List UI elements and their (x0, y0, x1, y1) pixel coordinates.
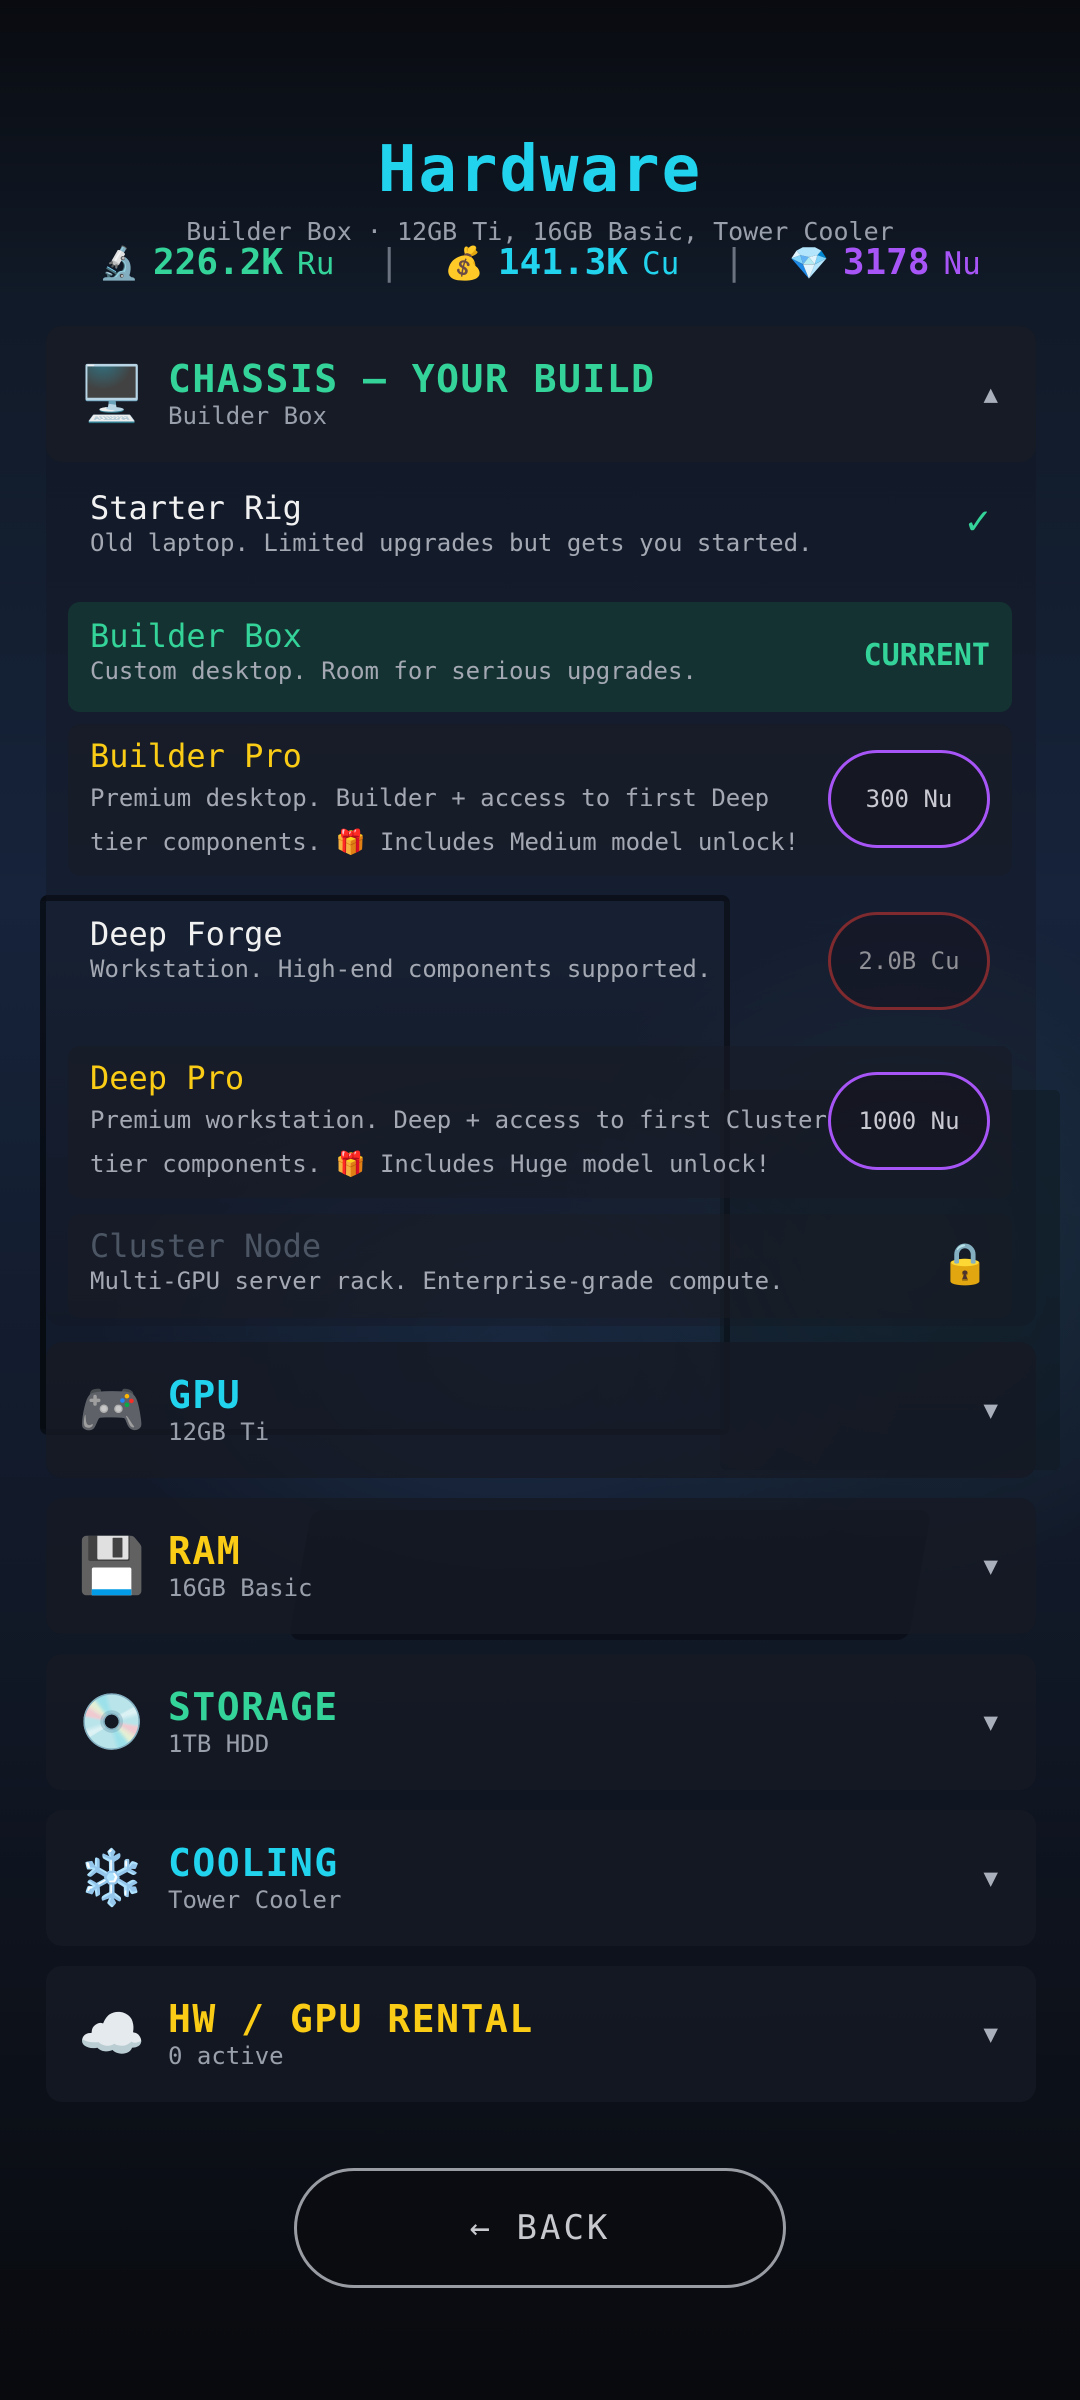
option-name: Deep Pro (90, 1059, 245, 1097)
option-desc: Multi-GPU server rack. Enterprise-grade … (90, 1267, 784, 1295)
money-bag-icon: 💰 (444, 244, 484, 282)
cooling-section[interactable]: ❄️ COOLING Tower Cooler ▼ (46, 1810, 1036, 1946)
chevron-down-icon[interactable]: ▼ (984, 1864, 998, 1892)
chassis-option-deep-pro: Deep Pro Premium workstation. Deep + acc… (68, 1046, 1012, 1198)
snowflake-icon: ❄️ (78, 1846, 146, 1909)
option-desc: Custom desktop. Room for serious upgrade… (90, 657, 697, 685)
option-desc-line1: Premium desktop. Builder + access to fir… (90, 784, 770, 812)
chevron-up-icon[interactable]: ▲ (984, 380, 998, 408)
option-desc-line2: tier components. 🎁 Includes Huge model u… (90, 1150, 771, 1178)
chevron-down-icon[interactable]: ▼ (984, 1396, 998, 1424)
currency-cu: 💰 141.3K Cu (444, 242, 679, 283)
chassis-option-builder-box: Builder Box Custom desktop. Room for ser… (68, 602, 1012, 712)
chevron-down-icon[interactable]: ▼ (984, 2020, 998, 2048)
option-name: Cluster Node (90, 1227, 322, 1265)
currency-ru-unit: Ru (297, 246, 335, 282)
chevron-down-icon[interactable]: ▼ (984, 1552, 998, 1580)
section-title: GPU (168, 1373, 242, 1417)
option-name: Starter Rig (90, 489, 302, 527)
gpu-section[interactable]: 🎮 GPU 12GB Ti ▼ (46, 1342, 1036, 1478)
chassis-subtitle: Builder Box (168, 402, 327, 430)
back-button[interactable]: ← BACK (294, 2168, 786, 2288)
section-title: RAM (168, 1529, 242, 1573)
divider: | (723, 242, 745, 283)
chevron-down-icon[interactable]: ▼ (984, 1708, 998, 1736)
option-name: Builder Pro (90, 737, 302, 775)
section-title: COOLING (168, 1841, 339, 1885)
chassis-option-builder-pro: Builder Pro Premium desktop. Builder + a… (68, 724, 1012, 876)
section-subtitle: 16GB Basic (168, 1574, 313, 1602)
chassis-option-cluster-node: Cluster Node Multi-GPU server rack. Ente… (68, 1214, 1012, 1318)
divider: | (378, 242, 401, 283)
option-desc: Old laptop. Limited upgrades but gets yo… (90, 529, 813, 557)
ram-section[interactable]: 💾 RAM 16GB Basic ▼ (46, 1498, 1036, 1634)
buy-builder-pro-button[interactable]: 300 Nu (828, 750, 990, 848)
gem-icon: 💎 (788, 244, 829, 282)
option-name: Deep Forge (90, 915, 283, 953)
currency-ru: 🔬 226.2K Ru (99, 242, 334, 283)
buy-deep-pro-button[interactable]: 1000 Nu (828, 1072, 990, 1170)
currency-ru-value: 226.2K (153, 242, 284, 283)
option-desc: Workstation. High-end components support… (90, 955, 712, 983)
currency-nu-unit: Nu (943, 246, 981, 282)
option-desc-line1: Premium workstation. Deep + access to fi… (90, 1106, 827, 1134)
currency-nu-value: 3178 (842, 242, 930, 283)
currency-nu: 💎 3178 Nu (789, 242, 981, 283)
chassis-title: CHASSIS — YOUR BUILD (168, 357, 656, 401)
section-title: STORAGE (168, 1685, 339, 1729)
chassis-option-starter-rig: Starter Rig Old laptop. Limited upgrades… (68, 474, 1012, 584)
optical-disc-icon: 💿 (78, 1690, 146, 1753)
cloud-icon: ☁️ (78, 2002, 146, 2065)
currency-cu-unit: Cu (641, 246, 680, 282)
storage-section[interactable]: 💿 STORAGE 1TB HDD ▼ (46, 1654, 1036, 1790)
option-desc-line2: tier components. 🎁 Includes Medium model… (90, 828, 799, 856)
option-name: Builder Box (90, 617, 302, 655)
page-title: Hardware (377, 133, 703, 207)
section-subtitle: 12GB Ti (168, 1418, 270, 1446)
desktop-computer-icon: 🖥️ (78, 362, 146, 425)
section-subtitle: 1TB HDD (168, 1730, 270, 1758)
rental-section[interactable]: ☁️ HW / GPU RENTAL 0 active ▼ (46, 1966, 1036, 2102)
microscope-icon: 🔬 (99, 244, 139, 282)
currency-cu-value: 141.3K (497, 242, 628, 283)
section-subtitle: 0 active (168, 2042, 284, 2070)
section-title: HW / GPU RENTAL (168, 1997, 534, 2041)
game-controller-icon: 🎮 (78, 1378, 146, 1441)
chassis-section-header[interactable]: 🖥️ CHASSIS — YOUR BUILD Builder Box ▲ (46, 326, 1036, 462)
section-subtitle: Tower Cooler (168, 1886, 342, 1914)
currency-bar: 🔬 226.2K Ru | 💰 141.3K Cu | 💎 3178 Nu (0, 242, 1080, 283)
page-header: Hardware Builder Box · 12GB Ti, 16GB Bas… (0, 125, 1080, 249)
current-badge: CURRENT (863, 638, 990, 673)
buy-deep-forge-button[interactable]: 2.0B Cu (828, 912, 990, 1010)
lock-icon: 🔒 (940, 1241, 990, 1287)
floppy-disk-icon: 💾 (78, 1534, 146, 1597)
chassis-option-deep-forge: Deep Forge Workstation. High-end compone… (68, 892, 1012, 1032)
owned-check-icon: ✓ (965, 498, 990, 544)
chassis-section: 🖥️ CHASSIS — YOUR BUILD Builder Box ▲ St… (46, 326, 1036, 1326)
